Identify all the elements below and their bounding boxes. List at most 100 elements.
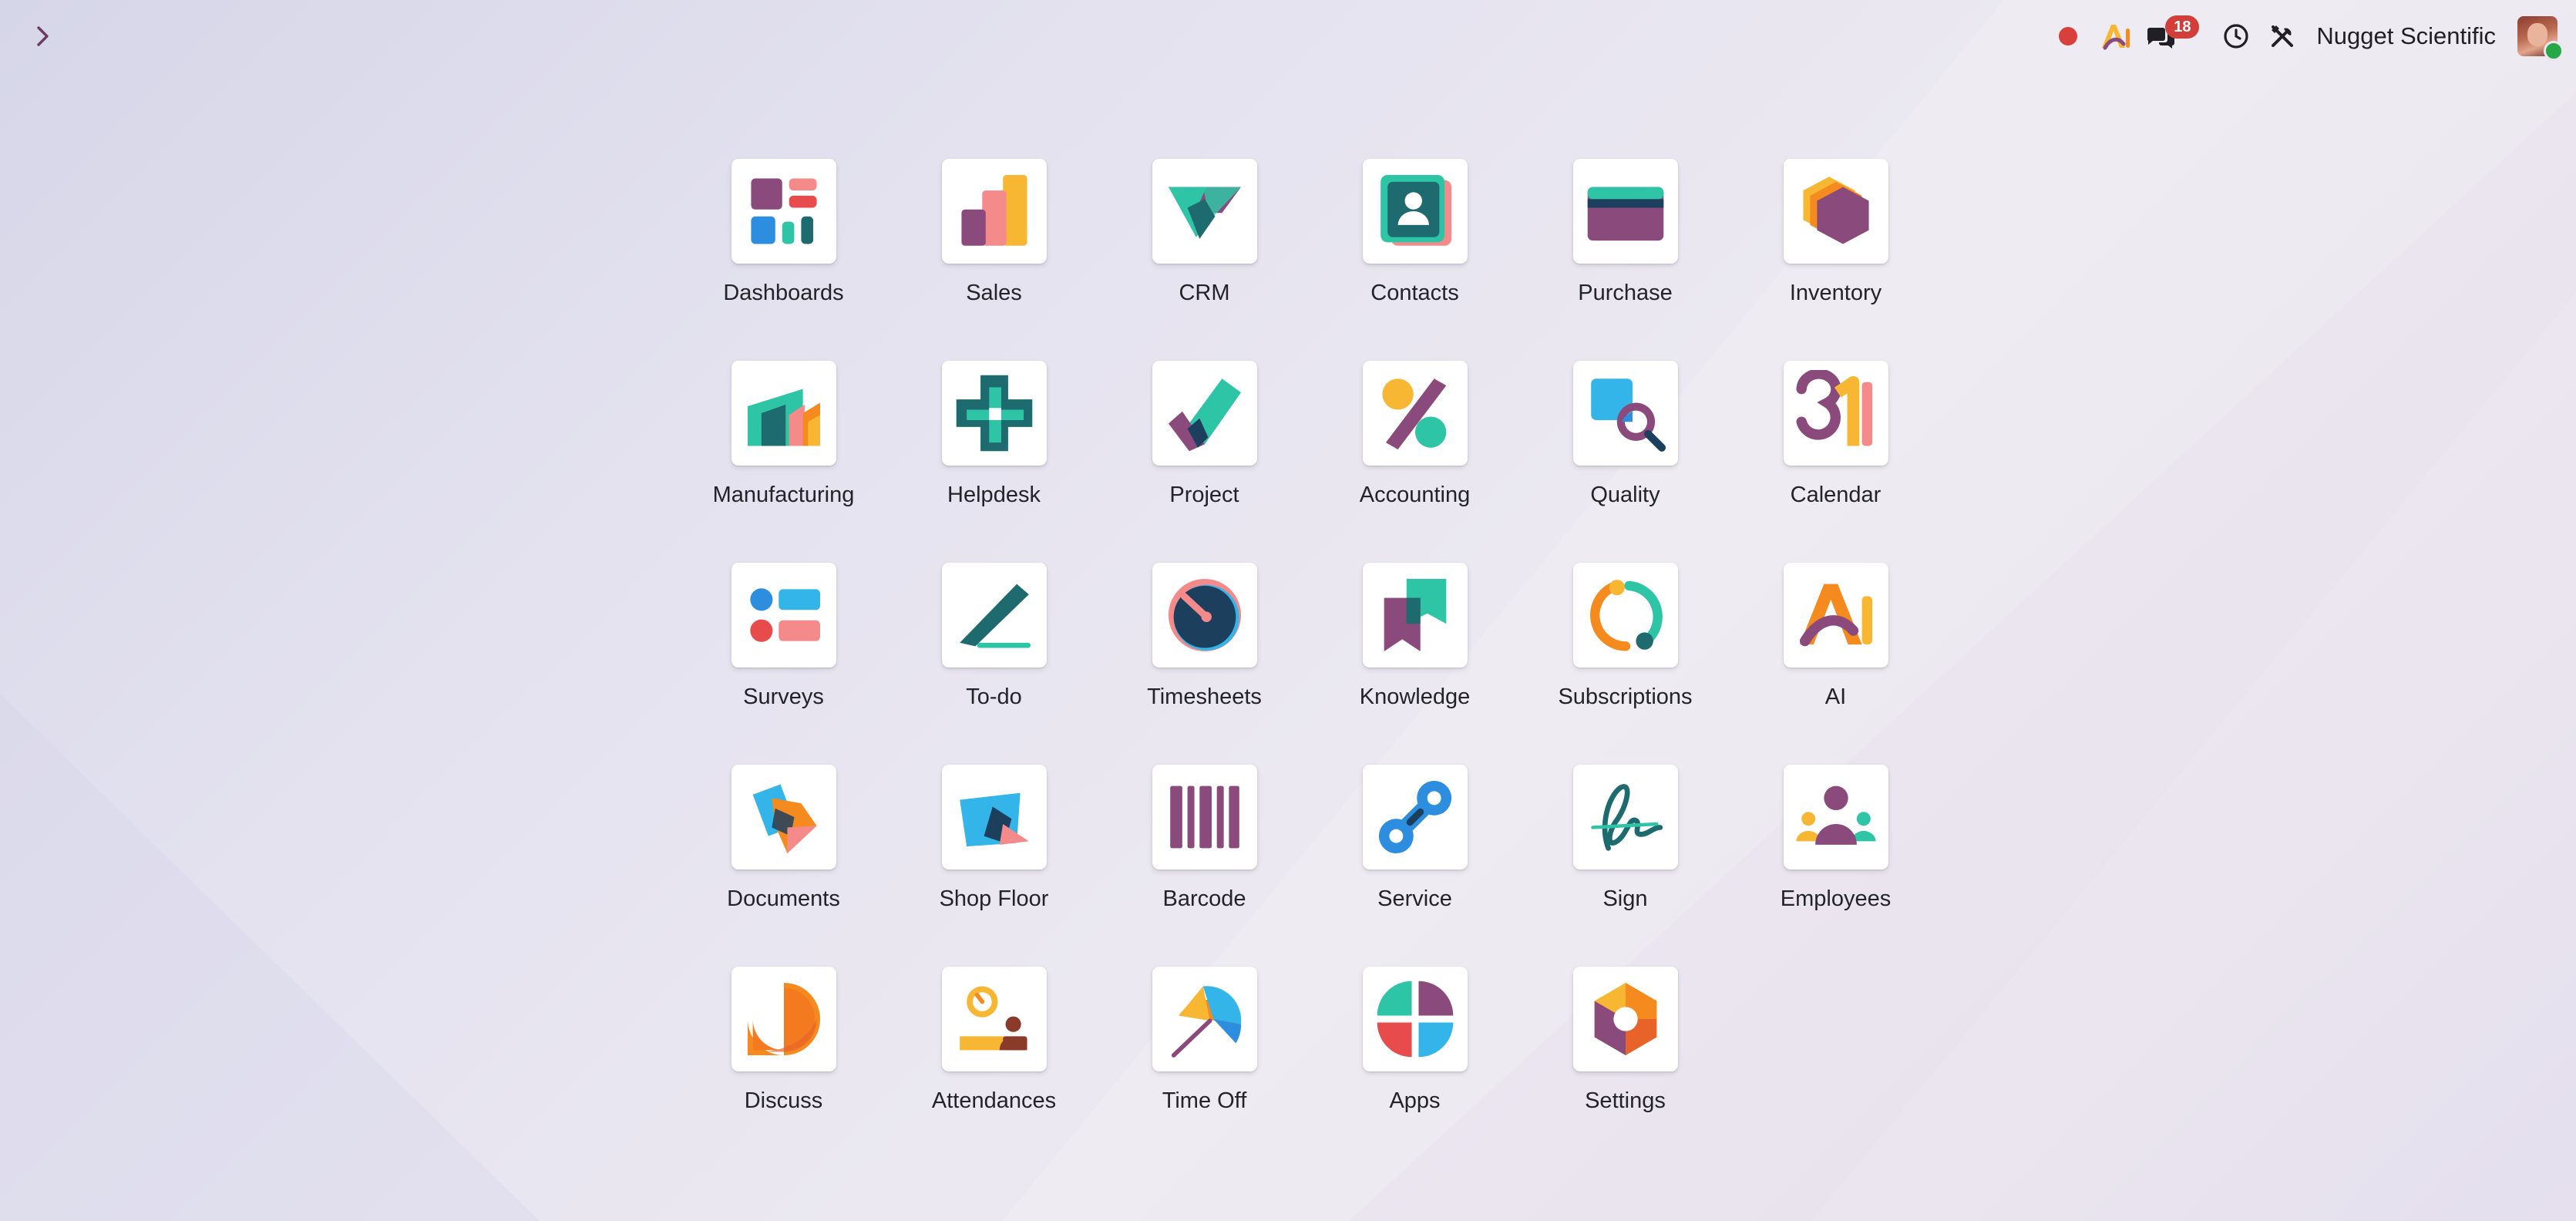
employees-icon: [1795, 785, 1876, 845]
project-icon: [1168, 378, 1241, 452]
app-label: Quality: [1590, 483, 1660, 507]
online-status-icon: [2544, 41, 2564, 61]
app-timesheets[interactable]: Timesheets: [1099, 563, 1310, 765]
app-sign[interactable]: Sign: [1520, 765, 1730, 967]
app-label: Sales: [966, 281, 1022, 305]
app-attendances[interactable]: Attendances: [889, 967, 1099, 1169]
ai-systray-button[interactable]: [2094, 14, 2137, 59]
app-label: Attendances: [931, 1088, 1057, 1113]
app-contacts[interactable]: Contacts: [1310, 159, 1520, 361]
app-to-do[interactable]: To-do: [889, 563, 1099, 765]
service-icon: [1378, 780, 1451, 854]
app-label: Apps: [1389, 1088, 1441, 1113]
activities-button[interactable]: [2214, 14, 2258, 59]
chevron-right-icon: [37, 26, 49, 46]
app-inventory[interactable]: Inventory: [1730, 159, 1941, 361]
timesheets-icon: [1168, 578, 1241, 652]
apps-icon: [1377, 980, 1453, 1058]
app-surveys[interactable]: Surveys: [678, 563, 889, 765]
knowledge-icon: [1384, 578, 1446, 652]
purchase-icon: [1587, 187, 1663, 241]
app-label: Time Off: [1162, 1088, 1247, 1113]
app-apps[interactable]: Apps: [1310, 967, 1520, 1169]
accounting-icon: [1381, 378, 1446, 450]
app-label: To-do: [966, 684, 1022, 709]
app-service[interactable]: Service: [1310, 765, 1520, 967]
app-sales[interactable]: Sales: [889, 159, 1099, 361]
recording-indicator[interactable]: [2048, 14, 2088, 59]
app-quality[interactable]: Quality: [1520, 361, 1730, 563]
app-label: Sign: [1602, 886, 1648, 911]
app-label: Employees: [1780, 886, 1892, 911]
recording-dot-icon: [2059, 27, 2078, 45]
quality-icon: [1590, 378, 1666, 452]
app-subscriptions[interactable]: Subscriptions: [1520, 563, 1730, 765]
inventory-icon: [1802, 177, 1869, 244]
app-label: Surveys: [743, 684, 824, 709]
manufacturing-icon: [747, 388, 820, 446]
calendar-icon: [1795, 370, 1872, 446]
helpdesk-icon: [956, 375, 1032, 452]
app-grid: Dashboards Sales CRM Contacts Purchase I…: [678, 159, 1941, 1169]
app-label: Barcode: [1162, 886, 1246, 911]
app-time-off[interactable]: Time Off: [1099, 967, 1310, 1169]
app-purchase[interactable]: Purchase: [1520, 159, 1730, 361]
company-switcher[interactable]: Nugget Scientific: [2316, 22, 2496, 50]
user-avatar[interactable]: [2517, 16, 2564, 61]
shop-floor-icon: [959, 792, 1029, 847]
contacts-icon: [1380, 174, 1451, 246]
app-ai[interactable]: AI: [1730, 563, 1941, 765]
app-label: Contacts: [1370, 281, 1459, 305]
documents-icon: [752, 784, 817, 854]
app-employees[interactable]: Employees: [1730, 765, 1941, 967]
app-label: Service: [1377, 886, 1452, 911]
app-label: Dashboards: [723, 281, 844, 305]
settings-icon: [1594, 982, 1656, 1056]
discuss-icon: [747, 982, 820, 1056]
subscriptions-icon: [1589, 580, 1663, 651]
to-do-icon: [959, 584, 1031, 648]
time-off-icon: [1171, 986, 1241, 1058]
app-label: Purchase: [1578, 281, 1673, 305]
message-count-badge: 18: [2165, 15, 2200, 39]
navbar-systray: 18 Nugget Scientific: [2048, 14, 2564, 61]
dashboards-icon: [750, 178, 817, 244]
app-label: Accounting: [1359, 483, 1471, 507]
app-label: CRM: [1179, 281, 1230, 305]
surveys-icon: [749, 588, 820, 642]
app-manufacturing[interactable]: Manufacturing: [678, 361, 889, 563]
app-label: Discuss: [744, 1088, 823, 1113]
crm-icon: [1168, 187, 1241, 239]
messages-button[interactable]: 18: [2142, 14, 2201, 59]
app-label: Manufacturing: [712, 483, 855, 507]
ai-logo-icon: [2102, 25, 2130, 50]
app-label: Calendar: [1790, 483, 1882, 507]
app-label: AI: [1824, 684, 1847, 709]
app-label: Helpdesk: [947, 483, 1041, 507]
app-label: Subscriptions: [1558, 684, 1693, 709]
app-shop-floor[interactable]: Shop Floor: [889, 765, 1099, 967]
app-knowledge[interactable]: Knowledge: [1310, 563, 1520, 765]
sidebar-toggle-button[interactable]: [28, 18, 59, 54]
ai-icon: [1799, 584, 1872, 647]
app-label: Settings: [1585, 1088, 1666, 1113]
app-dashboards[interactable]: Dashboards: [678, 159, 889, 361]
app-crm[interactable]: CRM: [1099, 159, 1310, 361]
app-label: Knowledge: [1359, 684, 1471, 709]
avatar-face: [2527, 23, 2547, 46]
app-barcode[interactable]: Barcode: [1099, 765, 1310, 967]
app-calendar[interactable]: Calendar: [1730, 361, 1941, 563]
app-label: Timesheets: [1147, 684, 1262, 709]
app-accounting[interactable]: Accounting: [1310, 361, 1520, 563]
sales-icon: [960, 174, 1027, 246]
app-discuss[interactable]: Discuss: [678, 967, 889, 1169]
debug-tools-button[interactable]: [2261, 14, 2304, 59]
app-documents[interactable]: Documents: [678, 765, 889, 967]
app-label: Project: [1169, 483, 1239, 507]
sign-icon: [1590, 784, 1663, 851]
app-settings[interactable]: Settings: [1520, 967, 1730, 1169]
app-label: Shop Floor: [939, 886, 1049, 911]
app-project[interactable]: Project: [1099, 361, 1310, 563]
app-helpdesk[interactable]: Helpdesk: [889, 361, 1099, 563]
app-label: Documents: [727, 886, 840, 911]
